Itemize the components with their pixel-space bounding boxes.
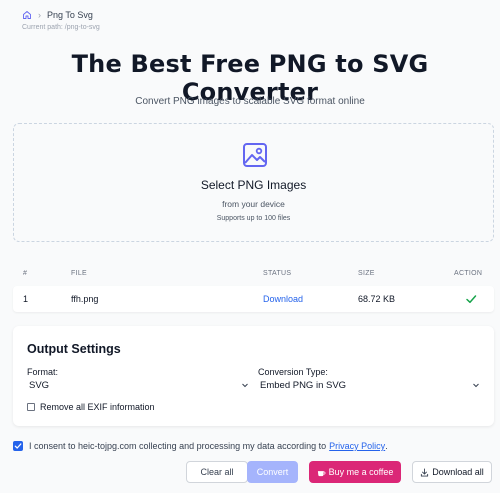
col-status-header: STATUS: [263, 269, 292, 277]
exif-label: Remove all EXIF information: [40, 402, 155, 412]
page-subtitle: Convert PNG images to scalable SVG forma…: [135, 96, 365, 107]
dropzone-heading: Select PNG Images: [200, 178, 307, 192]
exif-option: Remove all EXIF information: [27, 402, 155, 412]
table-row: 1 ffh.png Download 68.72 KB: [13, 286, 494, 312]
breadcrumb: › Png To Svg: [22, 10, 93, 20]
conversion-type-label: Conversion Type:: [258, 367, 328, 377]
home-icon[interactable]: [22, 10, 32, 20]
exif-checkbox[interactable]: [27, 403, 35, 411]
image-icon: [242, 142, 268, 168]
file-table: # FILE STATUS SIZE ACTION 1 ffh.png Down…: [13, 262, 494, 312]
row-index: 1: [23, 294, 29, 304]
download-all-label: Download all: [432, 467, 484, 477]
current-path: Current path: /png-to-svg: [22, 24, 100, 31]
breadcrumb-current: Png To Svg: [47, 10, 93, 20]
file-dropzone[interactable]: Select PNG Images from your device Suppo…: [13, 123, 494, 242]
conversion-type-value: Embed PNG in SVG: [260, 379, 347, 391]
clear-all-label: Clear all: [200, 467, 234, 477]
row-file-size: 68.72 KB: [358, 294, 396, 304]
coffee-cup-icon: [317, 470, 326, 476]
chevron-right-icon: ›: [38, 10, 41, 20]
output-settings-panel: Output Settings Format: SVG Conversion T…: [13, 326, 494, 426]
col-file-header: FILE: [71, 269, 87, 277]
convert-button[interactable]: Convert: [247, 461, 298, 483]
download-all-button[interactable]: Download all: [412, 461, 492, 483]
download-icon: [421, 467, 429, 477]
clear-all-button[interactable]: Clear all: [186, 461, 248, 483]
check-icon: [465, 293, 477, 305]
coffee-label: Buy me a coffee: [328, 467, 394, 477]
consent-suffix: .: [385, 441, 388, 451]
col-index-header: #: [23, 269, 28, 277]
row-file-name: ffh.png: [71, 294, 99, 304]
col-size-header: SIZE: [358, 269, 375, 277]
format-label: Format:: [27, 367, 59, 377]
convert-label: Convert: [256, 467, 289, 477]
format-select[interactable]: SVG: [29, 377, 249, 393]
privacy-policy-link[interactable]: Privacy Policy: [329, 441, 385, 451]
output-settings-title: Output Settings: [27, 342, 121, 356]
dropzone-note: Supports up to 100 files: [216, 215, 291, 222]
consent-row: I consent to heic-tojpg.com collecting a…: [13, 441, 388, 451]
table-header: # FILE STATUS SIZE ACTION: [13, 262, 494, 284]
consent-checkbox[interactable]: [13, 441, 23, 451]
row-download-link[interactable]: Download: [263, 294, 303, 304]
chevron-down-icon: [472, 381, 480, 389]
dropzone-subtext: from your device: [222, 199, 285, 209]
col-action-header: ACTION: [454, 269, 483, 277]
conversion-type-select[interactable]: Embed PNG in SVG: [260, 377, 480, 393]
chevron-down-icon: [241, 381, 249, 389]
format-select-value: SVG: [29, 379, 50, 391]
consent-text: I consent to heic-tojpg.com collecting a…: [29, 441, 327, 451]
buy-me-a-coffee-button[interactable]: Buy me a coffee: [309, 461, 401, 483]
